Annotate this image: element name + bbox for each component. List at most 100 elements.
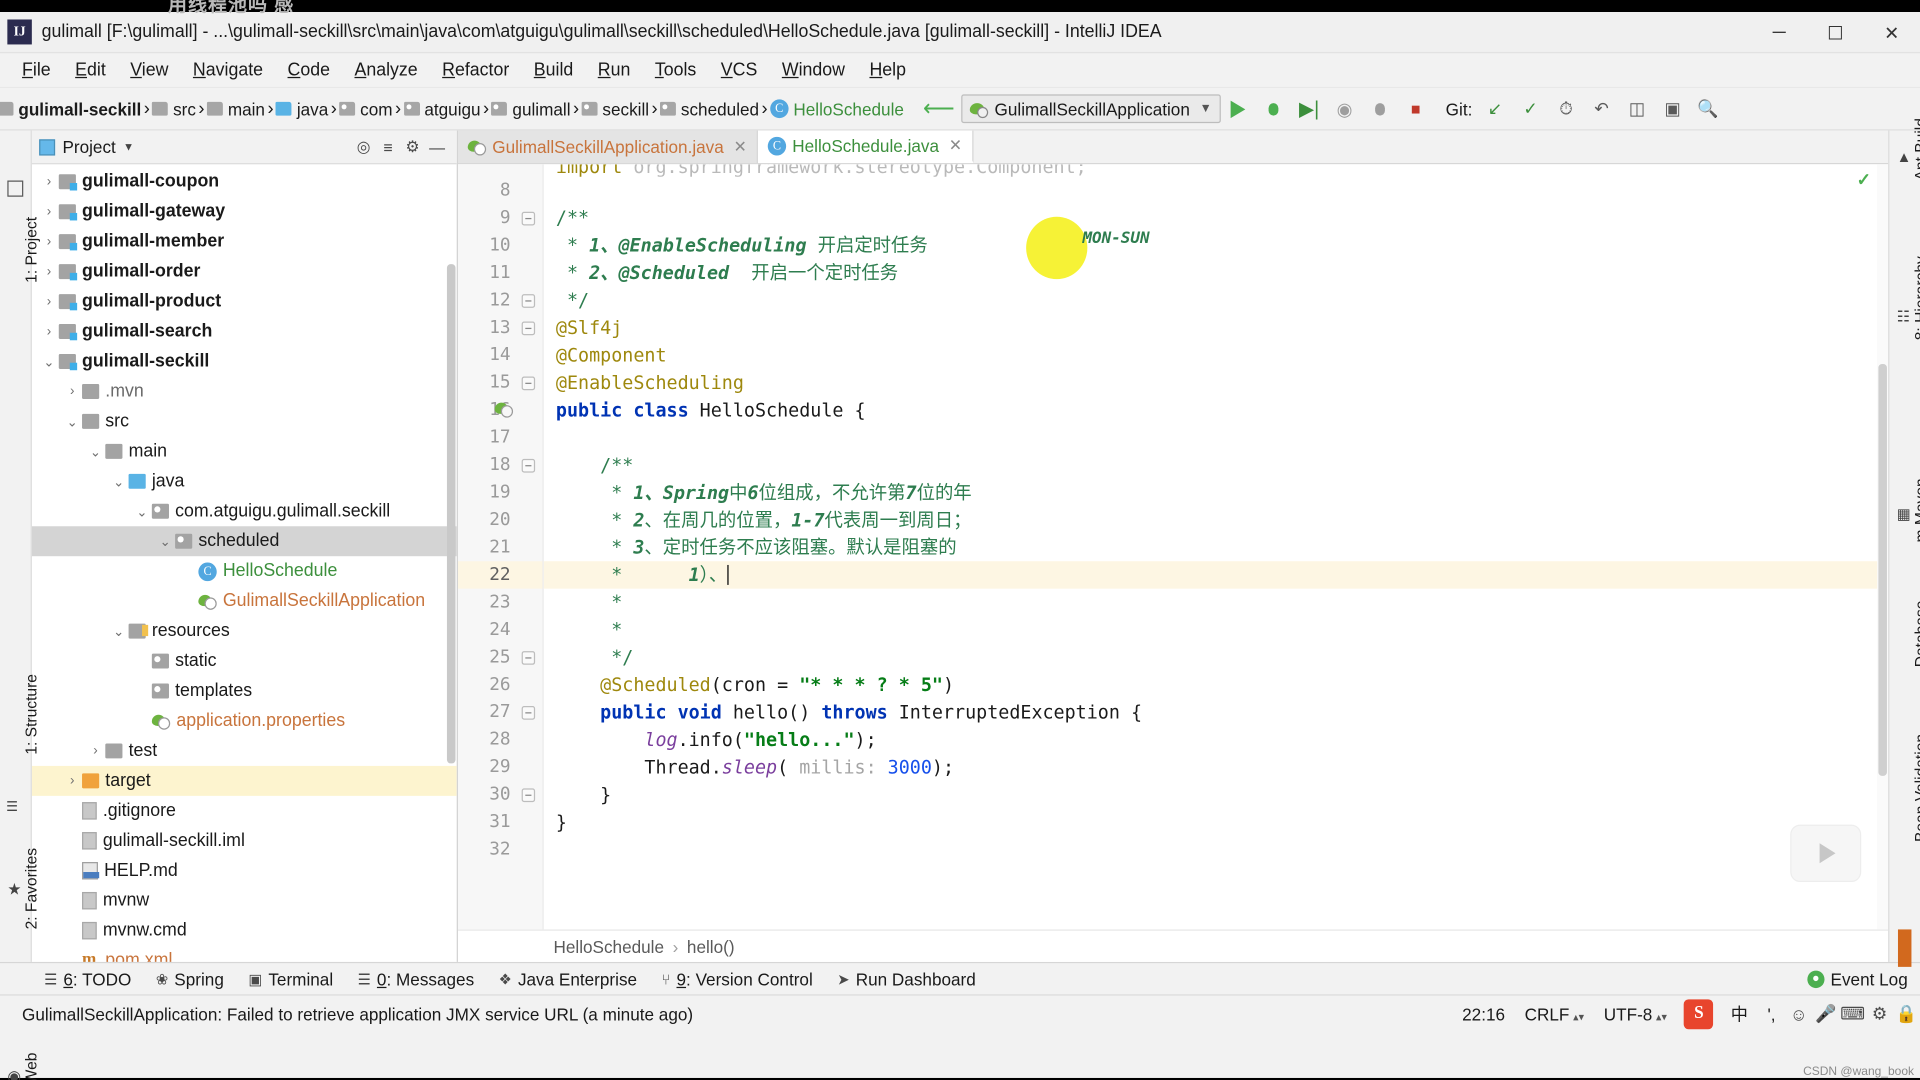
gutter-line-23[interactable]: 23 — [458, 589, 542, 616]
tree-item-gulimall-member[interactable]: › gulimall-member — [32, 227, 457, 257]
menu-item-window[interactable]: Window — [770, 56, 858, 83]
gutter-line-28[interactable]: 28 — [458, 726, 542, 753]
build-hammer-icon[interactable]: ⟵ — [923, 93, 955, 124]
tree-toggle-icon[interactable]: › — [39, 324, 59, 339]
tree-item-gulimall-product[interactable]: › gulimall-product — [32, 287, 457, 317]
tree-item-test[interactable]: › test — [32, 736, 457, 766]
menu-item-run[interactable]: Run — [586, 56, 643, 83]
tree-toggle-icon[interactable]: ⌄ — [39, 353, 59, 370]
settings-icon[interactable]: ⚙ — [1866, 1000, 1893, 1027]
editor-tab-helloschedule-java[interactable]: C HelloSchedule.java ✕ — [757, 130, 974, 164]
close-icon[interactable]: ✕ — [734, 137, 747, 157]
gutter-line-20[interactable]: 20 — [458, 506, 542, 533]
gutter-line-9[interactable]: 9 — [458, 204, 542, 231]
menu-item-build[interactable]: Build — [522, 56, 586, 83]
editor-scrollbar-thumb[interactable] — [1878, 363, 1887, 776]
editor-gutter[interactable]: 8 9 10 11 12 13 14 15 16 17 18 19 20 21 22 23 24 25 26 27 28… — [457, 164, 544, 930]
breadcrumb-class[interactable]: HelloSchedule — [553, 936, 664, 956]
breadcrumb-helloschedule[interactable]: C HelloSchedule — [768, 99, 907, 119]
tool-button-web[interactable]: 9: Web — [23, 1053, 40, 1080]
gutter-line-30[interactable]: 30 — [458, 781, 542, 808]
tree-item-application-properties[interactable]: application.properties — [32, 706, 457, 736]
event-log-button[interactable]: ● Event Log — [1807, 969, 1920, 989]
git-commit-icon[interactable]: ✓ — [1515, 93, 1546, 124]
breadcrumb-gulimall[interactable]: gulimall — [489, 99, 573, 119]
run-button[interactable] — [1223, 93, 1254, 124]
tree-item-target[interactable]: › target — [31, 765, 457, 796]
menu-item-view[interactable]: View — [118, 56, 181, 83]
file-encoding[interactable]: UTF-8 ▴▾ — [1594, 1004, 1677, 1024]
tree-toggle-icon[interactable]: ⌄ — [62, 413, 82, 430]
gutter-line-19[interactable]: 19 — [458, 479, 542, 506]
gutter-line-31[interactable]: 31 — [458, 808, 542, 835]
profile-button[interactable]: ◉ — [1329, 93, 1360, 124]
breadcrumb-seckill[interactable]: seckill — [579, 99, 651, 119]
tree-toggle-icon[interactable]: ⌄ — [109, 623, 129, 639]
editor-scrollbar-track[interactable] — [1877, 164, 1889, 930]
inspection-ok-icon[interactable]: ✓ — [1857, 169, 1871, 190]
code-fold-toggle-icon[interactable] — [521, 705, 536, 720]
run-configuration-selector[interactable]: GulimallSeckillApplication ▼ — [961, 94, 1221, 124]
menu-item-file[interactable]: File — [10, 56, 63, 83]
spring-bean-gutter-icon[interactable] — [494, 401, 514, 418]
tree-item-scheduled[interactable]: ⌄ scheduled — [31, 526, 457, 557]
tree-item-gulimallseckillapplication[interactable]: GulimallSeckillApplication — [32, 586, 457, 616]
tree-item-main[interactable]: ⌄ main — [32, 436, 457, 466]
database-icon[interactable]: ▦ — [1897, 505, 1911, 522]
tree-toggle-icon[interactable]: ⌄ — [86, 443, 106, 460]
gutter-line-22[interactable]: 22 — [457, 561, 543, 589]
editor-tab-gulimallseckillapplication-java[interactable]: GulimallSeckillApplication.java ✕ — [457, 130, 758, 164]
minimize-button[interactable]: ─ — [1751, 12, 1807, 53]
undo-icon[interactable]: ↶ — [1586, 93, 1617, 124]
breadcrumb-method[interactable]: hello() — [687, 936, 735, 956]
tool-window-0--messages[interactable]: ☰ 0: Messages — [345, 969, 486, 989]
code-fold-toggle-icon[interactable] — [521, 651, 536, 665]
gutter-line-12[interactable]: 12 — [458, 287, 542, 314]
favorites-star-icon[interactable]: ★ — [7, 879, 21, 899]
caret-position[interactable]: 22:16 — [1452, 1004, 1515, 1024]
tree-item-java[interactable]: ⌄ java — [32, 466, 457, 496]
gutter-line-8[interactable]: 8 — [458, 177, 542, 204]
line-separator[interactable]: CRLF ▴▾ — [1515, 1004, 1594, 1024]
breadcrumb-gulimall-seckill[interactable]: gulimall-seckill — [0, 99, 144, 119]
tree-item-mvnw-cmd[interactable]: mvnw.cmd — [32, 916, 457, 946]
breadcrumb-java[interactable]: java — [274, 99, 331, 119]
settings-icon[interactable]: ▣ — [1657, 93, 1688, 124]
breadcrumb-src[interactable]: src — [150, 99, 199, 119]
run-with-coverage-button[interactable]: ▶| — [1294, 93, 1325, 124]
maximize-button[interactable]: ☐ — [1807, 12, 1863, 53]
code-fold-toggle-icon[interactable] — [521, 458, 536, 473]
tree-toggle-icon[interactable]: ⌄ — [109, 473, 129, 489]
gutter-line-14[interactable]: 14 — [458, 342, 542, 369]
collapse-all-icon[interactable]: ≡ — [376, 134, 400, 159]
tree-toggle-icon[interactable]: › — [62, 384, 82, 399]
gutter-line-17[interactable]: 17 — [458, 424, 542, 451]
chevron-down-icon[interactable]: ▼ — [123, 141, 134, 153]
tree-item-resources[interactable]: ⌄ resources — [32, 616, 457, 646]
bean-validation-icon[interactable] — [1897, 929, 1912, 967]
panel-settings-icon[interactable]: ⚙ — [400, 134, 424, 159]
debug-button[interactable] — [1258, 93, 1289, 124]
tool-window-run-dashboard[interactable]: ➤ Run Dashboard — [825, 969, 988, 989]
structure-icon[interactable]: ☰ — [6, 798, 18, 815]
tree-item-static[interactable]: static — [32, 646, 457, 676]
ime-punctuation[interactable]: ', — [1758, 1004, 1786, 1024]
web-globe-icon[interactable]: ◉ — [7, 1067, 21, 1080]
tree-toggle-icon[interactable]: › — [86, 743, 106, 758]
code-fold-toggle-icon[interactable] — [521, 788, 536, 803]
tree-item-mvnw[interactable]: mvnw — [32, 886, 457, 916]
tree-toggle-icon[interactable]: › — [62, 773, 82, 788]
ime-language[interactable]: 中 — [1721, 1001, 1758, 1026]
tool-window-6--todo[interactable]: ☰ 6: TODO — [32, 969, 144, 989]
git-history-icon[interactable]: ⏱ — [1551, 93, 1582, 124]
code-fold-toggle-icon[interactable] — [521, 294, 536, 308]
tree-toggle-icon[interactable]: › — [39, 234, 59, 249]
attach-debugger-button[interactable] — [1365, 93, 1396, 124]
sogou-ime-icon[interactable]: S — [1684, 998, 1714, 1029]
tree-item-templates[interactable]: templates — [32, 676, 457, 706]
gutter-line-18[interactable]: 18 — [458, 451, 542, 478]
code-content[interactable]: MON-SUN import org.springframework.stere… — [543, 164, 1889, 929]
tree-item-help-md[interactable]: HELP.md — [32, 856, 457, 886]
menu-item-vcs[interactable]: VCS — [709, 56, 770, 83]
search-icon[interactable]: 🔍 — [1693, 93, 1724, 124]
